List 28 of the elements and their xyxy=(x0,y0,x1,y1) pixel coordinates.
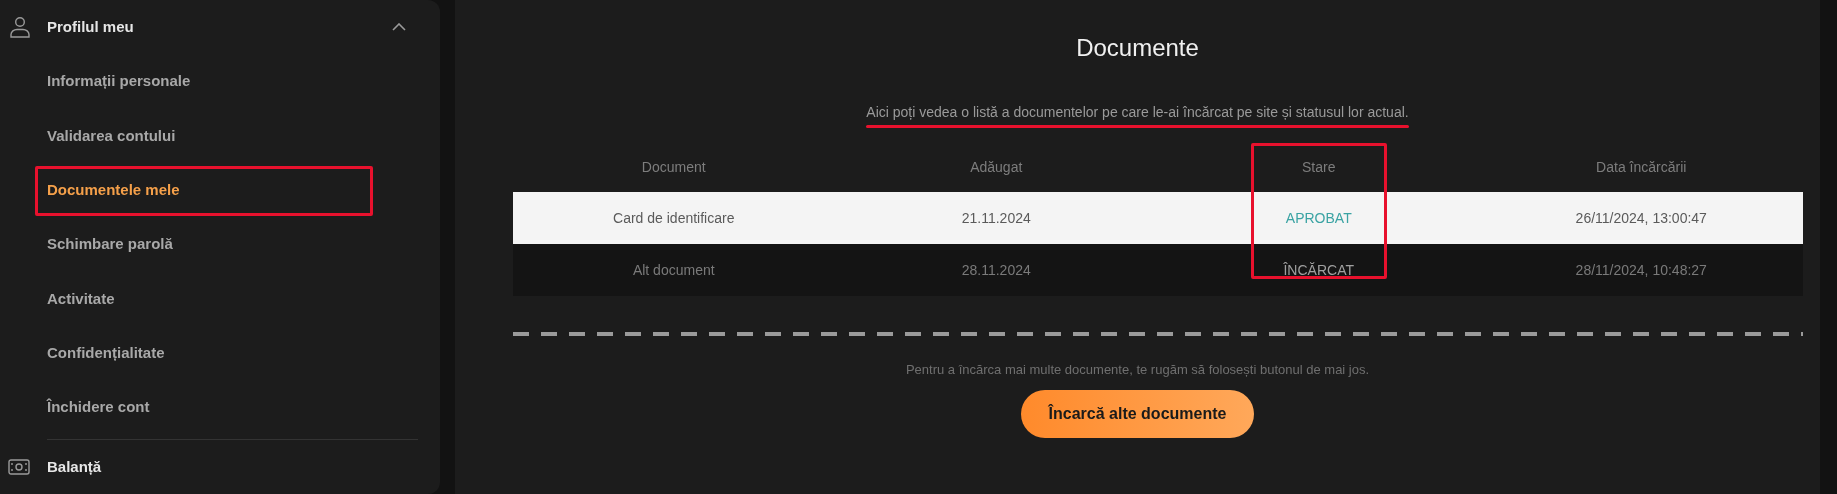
banknote-icon xyxy=(8,458,30,475)
sidebar-item[interactable]: Activitate xyxy=(47,287,115,311)
chevron-icon[interactable] xyxy=(392,23,406,32)
column-header: Document xyxy=(641,157,706,177)
hint-text: Pentru a încărca mai multe documente, te rugăm să folosești butonul de mai jos. xyxy=(905,361,1370,379)
section-title[interactable]: Profilul meu xyxy=(47,15,392,39)
sidebar-item[interactable]: Informații personale xyxy=(47,70,191,93)
upload-button[interactable]: Încarcă alte documente xyxy=(1020,389,1255,438)
table-cell-text: Alt document xyxy=(631,260,716,280)
sidebar-item[interactable]: Schimbare parolă xyxy=(47,233,173,256)
status-label: APROBAT xyxy=(1284,208,1353,228)
sidebar-item[interactable]: Confidențialitate xyxy=(47,341,165,365)
column-header: Stare xyxy=(1302,157,1336,177)
table-cell-text: 26/11/2024, 13:00:47 xyxy=(1574,208,1708,228)
table-cell-text: Card de identificare xyxy=(612,208,736,228)
sidebar-item[interactable]: Documentele mele xyxy=(47,178,180,202)
user-icon xyxy=(10,16,30,39)
table-cell-text: 21.11.2024 xyxy=(960,208,1032,228)
sidebar-item[interactable]: Închidere cont xyxy=(47,396,150,419)
table-cell-text: 28/11/2024, 10:48:27 xyxy=(1574,260,1708,280)
intro-text: Aici poți vedea o listă a documentelor pe care le-ai încărcat pe site și statusul lor actual. xyxy=(866,103,1409,122)
page-title: Documente xyxy=(1076,33,1199,63)
table-cell-text: 28.11.2024 xyxy=(960,260,1032,280)
sidebar-item[interactable]: Validarea contului xyxy=(47,124,176,148)
section-title[interactable]: Balanță xyxy=(47,455,102,479)
column-header: Data încărcării xyxy=(1596,157,1687,177)
column-header: Adăugat xyxy=(970,157,1023,177)
status-label: ÎNCĂRCAT xyxy=(1282,260,1355,280)
